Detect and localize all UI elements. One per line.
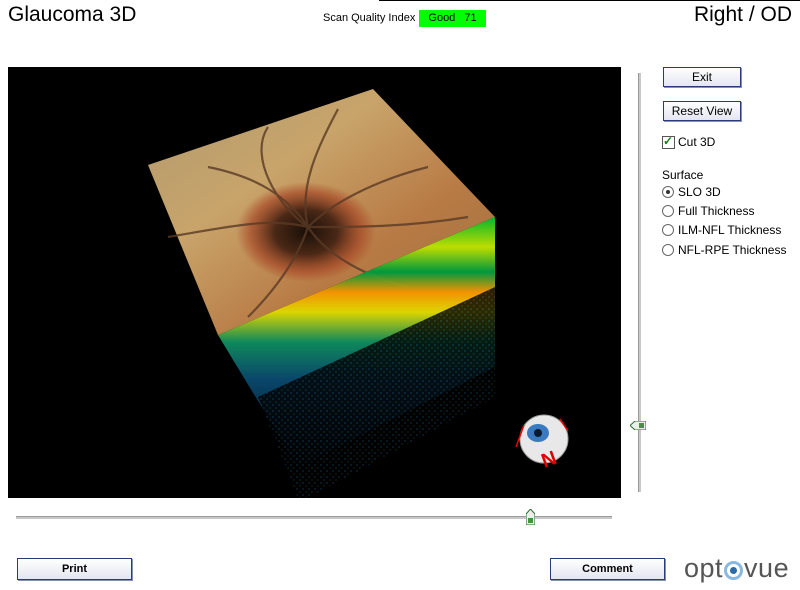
surface-option-ilm-nfl[interactable]: ILM-NFL Thickness [662, 223, 781, 237]
surface-option-label: NFL-RPE Thickness [678, 243, 787, 257]
eye-side-label: Right / OD [693, 3, 792, 26]
surface-option-label: ILM-NFL Thickness [678, 223, 782, 237]
oct-3d-render: N [148, 89, 569, 498]
horizontal-slider-thumb[interactable] [526, 509, 535, 525]
optovue-logo: opt vue [684, 553, 789, 584]
logo-text-left: opt [684, 553, 724, 583]
scan-quality-label: Scan Quality Index [323, 12, 416, 24]
surface-option-label: Full Thickness [678, 204, 755, 218]
surface-option-slo-3d[interactable]: SLO 3D [662, 185, 721, 199]
cut3d-checkbox-row[interactable]: ✓ Cut 3D [662, 133, 716, 149]
radio-button[interactable] [662, 224, 674, 236]
app-title: Glaucoma 3D [8, 3, 137, 26]
3d-viewport[interactable]: N [8, 67, 621, 498]
horizontal-slider-track[interactable] [16, 516, 612, 519]
surface-label: Surface [662, 168, 704, 182]
radio-button[interactable] [662, 186, 674, 198]
surface-option-label: SLO 3D [678, 185, 721, 199]
reset-view-button[interactable]: Reset View [663, 101, 741, 121]
scan-quality-badge: Good 71 [419, 10, 486, 27]
surface-option-full-thickness[interactable]: Full Thickness [662, 204, 754, 218]
radio-button[interactable] [662, 205, 674, 217]
cut3d-label: Cut 3D [678, 135, 716, 149]
vertical-slider-thumb[interactable] [630, 421, 646, 430]
checkmark-icon: ✓ [663, 133, 674, 148]
radio-button[interactable] [662, 244, 674, 256]
logo-eye-icon [724, 561, 744, 580]
comment-button[interactable]: Comment [550, 558, 665, 580]
exit-button[interactable]: Exit [663, 67, 741, 87]
print-button[interactable]: Print [17, 558, 132, 580]
surface-option-nfl-rpe[interactable]: NFL-RPE Thickness [662, 243, 786, 257]
header-divider [379, 0, 800, 1]
logo-text-right: vue [744, 553, 790, 583]
cut3d-checkbox[interactable]: ✓ [662, 133, 675, 149]
